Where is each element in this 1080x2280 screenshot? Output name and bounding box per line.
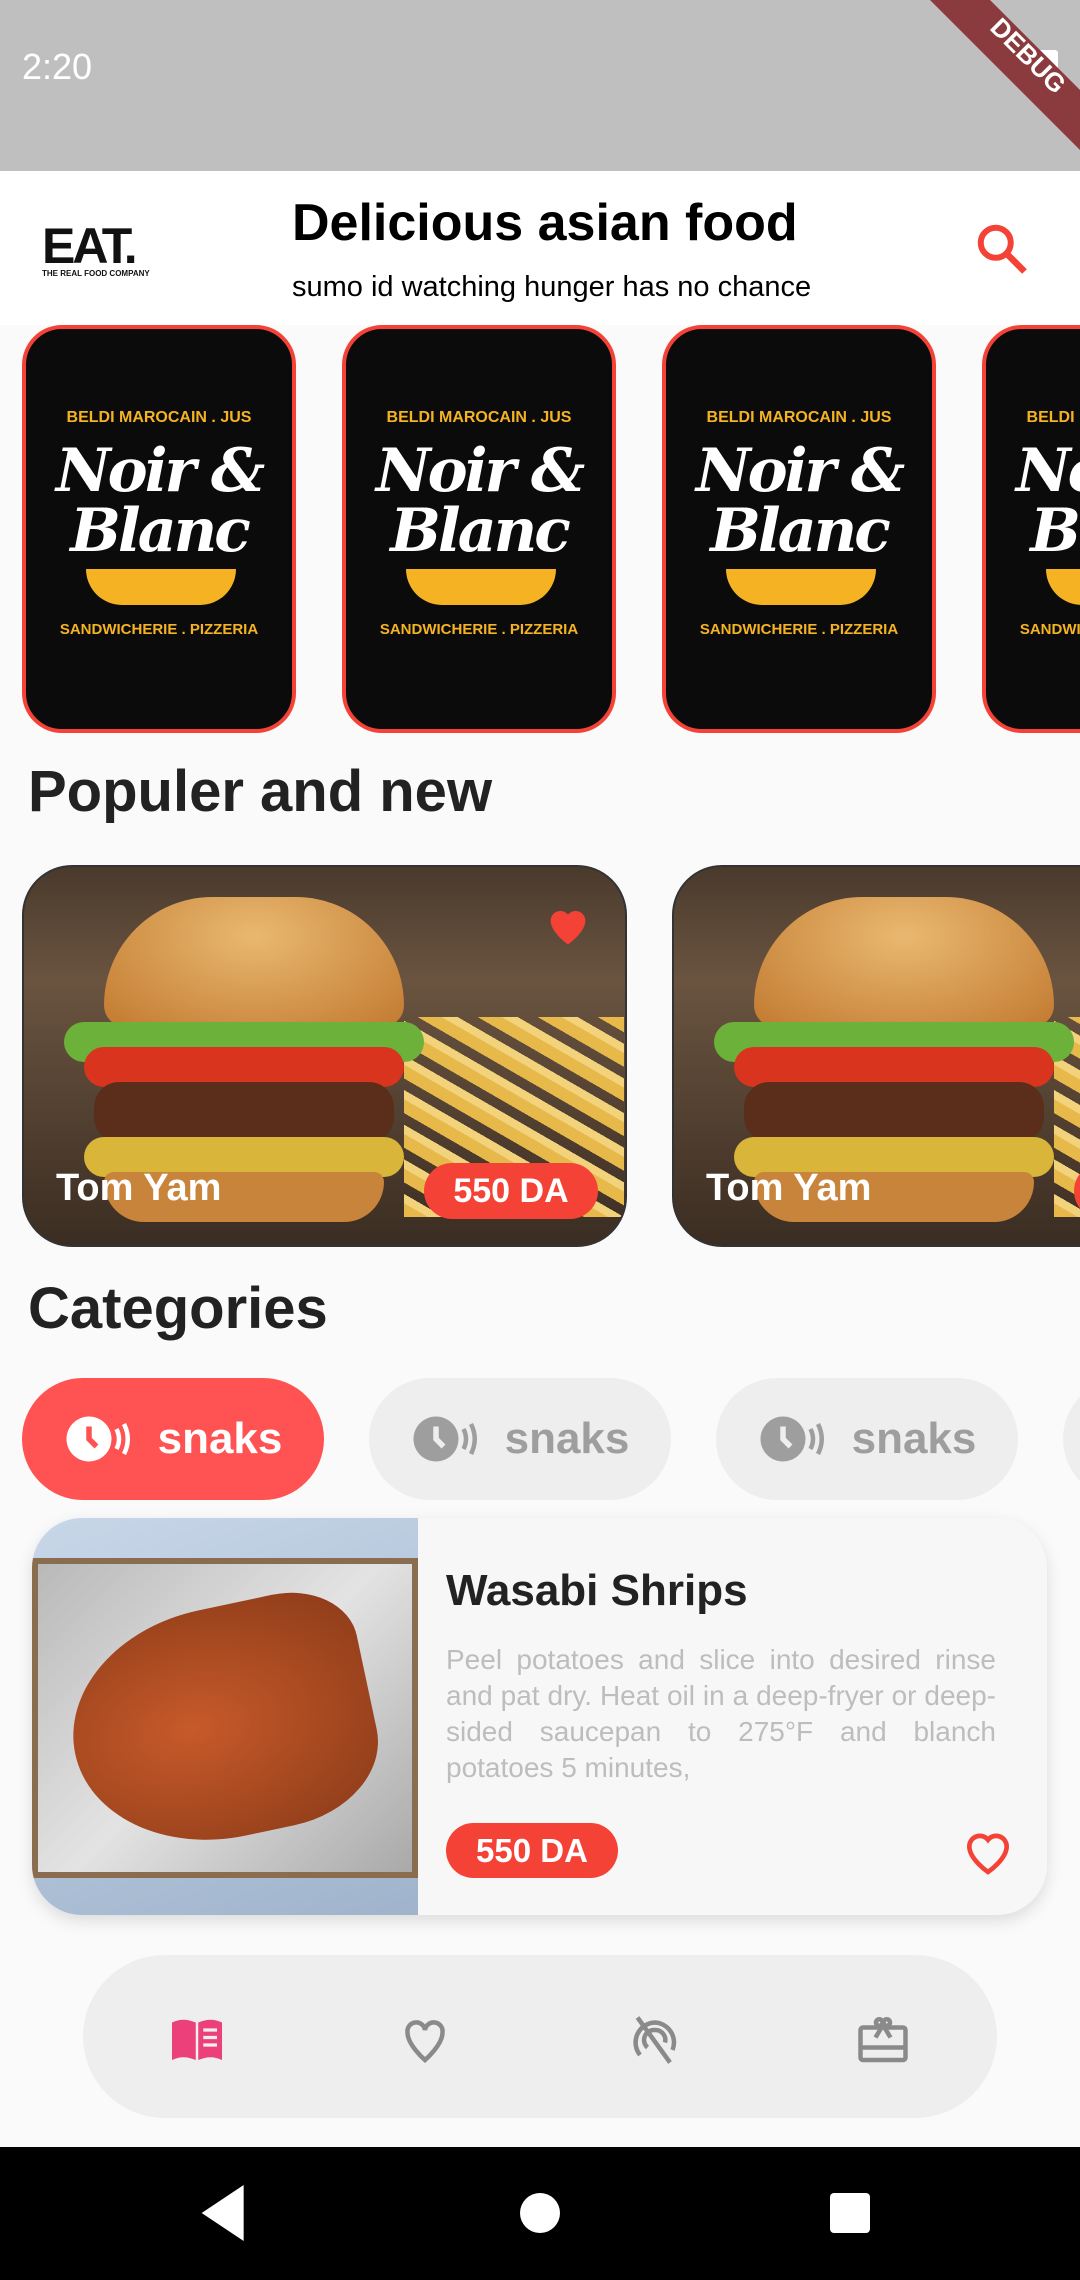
brand-name: Noir & Blanc — [375, 436, 585, 566]
popular-name: Tom Yam — [706, 1167, 872, 1209]
brand-card[interactable]: BELDI MAROCAIN . JUS Noir & Blanc SANDWI… — [342, 325, 616, 733]
clock-sound-icon — [760, 1416, 824, 1462]
category-label: snaks — [504, 1414, 630, 1463]
wifi-tethering-off-icon[interactable] — [620, 2010, 690, 2070]
menu-book-icon[interactable] — [162, 2010, 232, 2070]
logo-text: EAT. — [42, 218, 138, 274]
brand-card[interactable]: BELDI MAROCAIN . JUS Noir & Blanc SANDWI… — [662, 325, 936, 733]
brand-name: Noir & Blanc — [695, 436, 905, 566]
brand-card[interactable]: BELDI MAROCAIN . JUS Noir & Blanc SANDWI… — [982, 325, 1080, 733]
popular-card[interactable]: Tom Yam 550 DA — [672, 865, 1080, 1247]
heart-icon[interactable] — [390, 2010, 460, 2070]
category-chip[interactable]: snaks — [22, 1378, 324, 1500]
gift-card-icon[interactable] — [848, 2010, 918, 2070]
popular-card[interactable]: Tom Yam 550 DA — [22, 865, 627, 1247]
brand-name: Noir & Blanc — [55, 436, 265, 566]
brand-carousel[interactable]: BELDI MAROCAIN . JUS Noir & Blanc SANDWI… — [0, 325, 1080, 735]
popular-name: Tom Yam — [56, 1167, 222, 1209]
page-subtitle: sumo id watching hunger has no chance — [292, 271, 812, 303]
category-label: snaks — [851, 1414, 977, 1463]
brand-line3: SANDWICHERIE . PIZZERIA — [1019, 621, 1080, 638]
eat-logo: EAT. THE REAL FOOD COMPANY — [42, 218, 157, 278]
home-icon[interactable] — [520, 2193, 560, 2233]
brand-swoosh — [1046, 569, 1080, 605]
heart-filled-icon[interactable] — [539, 899, 597, 951]
brand-line3: SANDWICHERIE . PIZZERIA — [59, 621, 259, 638]
brand-swoosh — [406, 569, 556, 605]
brand-card[interactable]: BELDI MAROCAIN . JUS Noir & Blanc SANDWI… — [22, 325, 296, 733]
popular-price: 550 DA — [424, 1163, 598, 1219]
page-title: Delicious asian food — [292, 194, 798, 252]
recents-icon[interactable] — [830, 2193, 870, 2233]
category-carousel[interactable]: snaks snaks snaks snaks — [0, 1378, 1080, 1502]
category-chip[interactable]: snaks — [716, 1378, 1018, 1500]
brand-line1: BELDI MAROCAIN . JUS — [386, 409, 572, 426]
categories-heading: Categories — [28, 1276, 328, 1341]
category-label: snaks — [157, 1414, 283, 1463]
popular-heading: Populer and new — [28, 759, 493, 824]
search-icon[interactable] — [972, 219, 1032, 279]
category-chip[interactable]: snaks — [1063, 1378, 1080, 1500]
brand-line1: BELDI MAROCAIN . JUS — [66, 409, 252, 426]
heart-outline-icon[interactable] — [957, 1823, 1019, 1879]
food-title: Wasabi Shrips — [446, 1566, 748, 1615]
clock-sound-icon — [66, 1416, 130, 1462]
category-chip[interactable]: snaks — [369, 1378, 671, 1500]
brand-line3: SANDWICHERIE . PIZZERIA — [379, 621, 579, 638]
brand-line1: BELDI MAROCAIN . JUS — [1026, 409, 1080, 426]
brand-line3: SANDWICHERIE . PIZZERIA — [699, 621, 899, 638]
food-card[interactable]: Wasabi Shrips Peel potatoes and slice in… — [32, 1518, 1047, 1915]
food-price: 550 DA — [446, 1823, 618, 1878]
brand-line1: BELDI MAROCAIN . JUS — [706, 409, 892, 426]
brand-name: Noir & Blanc — [1015, 436, 1080, 566]
app-header: EAT. THE REAL FOOD COMPANY Delicious asi… — [0, 171, 1080, 325]
system-nav-bar — [0, 2147, 1080, 2280]
food-image — [32, 1518, 418, 1915]
clock-sound-icon — [413, 1416, 477, 1462]
brand-swoosh — [726, 569, 876, 605]
food-description: Peel potatoes and slice into desired rin… — [446, 1644, 996, 1783]
brand-swoosh — [86, 569, 236, 605]
debug-banner: DEBUG — [930, 0, 1080, 150]
back-icon[interactable] — [200, 2185, 250, 2241]
status-time: 2:20 — [22, 46, 93, 87]
popular-carousel[interactable]: Tom Yam 550 DA Tom Yam 550 DA — [0, 865, 1080, 1249]
logo-tagline: THE REAL FOOD COMPANY — [42, 269, 150, 278]
